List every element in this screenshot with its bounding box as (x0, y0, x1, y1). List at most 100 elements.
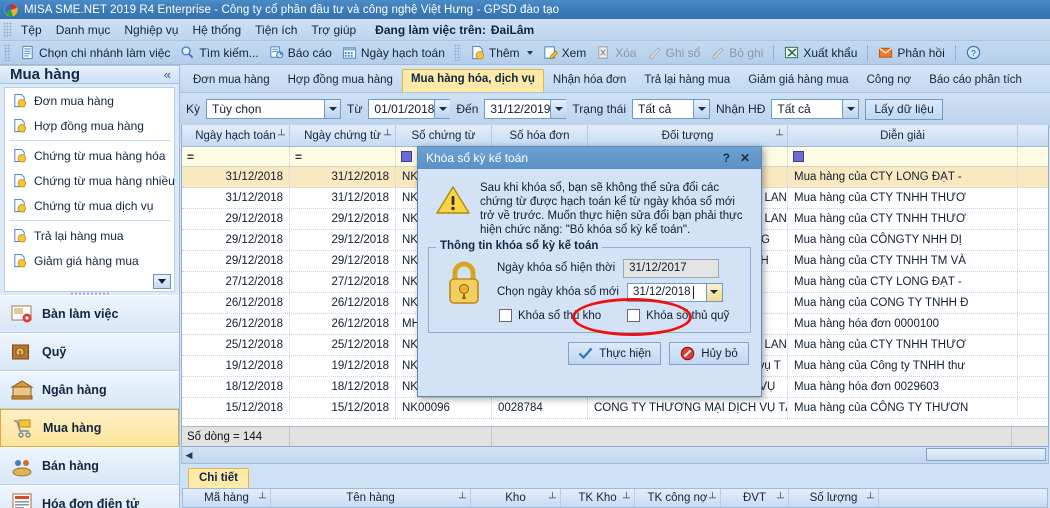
toolbar-grip-handle-2[interactable] (453, 44, 461, 61)
detail-column-header[interactable]: ĐVT ┴ (721, 489, 789, 507)
checkbox-box[interactable] (499, 309, 512, 322)
checkbox-cashier[interactable]: Khóa sổ thủ quỹ (627, 309, 729, 322)
pin-icon[interactable]: ┴ (777, 493, 784, 504)
chevron-down-icon[interactable] (842, 100, 859, 118)
pin-icon[interactable]: ┴ (549, 493, 556, 504)
sidebar-module-hoa-don-dien-tu[interactable]: Hóa đơn điện tử (0, 485, 179, 508)
pin-icon[interactable]: ┴ (623, 493, 630, 504)
load-data-button[interactable]: Lấy dữ liệu (865, 98, 943, 120)
toolbar-unpost-button[interactable]: Bỏ ghi (705, 44, 768, 61)
sidebar-item-don-mua-hang[interactable]: Đơn mua hàng (5, 88, 174, 113)
sidebar-module-ban-hang[interactable]: Bán hàng (0, 447, 179, 485)
menu-item-danh-muc[interactable]: Danh mục (49, 21, 118, 39)
pin-icon[interactable]: ┴ (384, 130, 391, 141)
sidebar-item-chung-tu-mua-hang-nhieu[interactable]: Chứng từ mua hàng nhiều... (5, 168, 174, 193)
tab-cong-no[interactable]: Công nợ (858, 70, 921, 93)
filter-square-icon[interactable] (793, 151, 804, 162)
chevron-down-icon[interactable] (550, 100, 567, 118)
detail-column-header[interactable]: Tên hàng ┴ (271, 489, 471, 507)
sidebar-item-chung-tu-mua-dich-vu[interactable]: Chứng từ mua dịch vụ (5, 193, 174, 218)
pin-icon[interactable]: ┴ (459, 493, 466, 504)
sidebar-item-giam-gia-hang-mua[interactable]: Giảm giá hàng mua (5, 248, 174, 273)
sidebar-scroll-down-button[interactable] (153, 274, 171, 289)
tab-bao-cao-phan-tich[interactable]: Báo cáo phân tích (920, 70, 1031, 93)
close-icon[interactable]: ✕ (735, 151, 755, 165)
double-chevron-left-icon[interactable]: « (164, 67, 171, 82)
grid-column-header[interactable]: Số hóa đơn (492, 125, 588, 146)
toolbar-view-button[interactable]: Xem (538, 44, 592, 61)
chevron-down-icon[interactable] (526, 50, 533, 55)
detail-column-header[interactable]: Mã hàng ┴ (183, 489, 271, 507)
grid-column-header[interactable]: Đối tượng ┴ (588, 125, 788, 146)
execute-button[interactable]: Thực hiện (568, 342, 661, 365)
toolbar-grip-handle[interactable] (4, 44, 11, 61)
tab-hop-dong-mua-hang[interactable]: Hợp đồng mua hàng (279, 70, 402, 93)
toolbar-branch-button[interactable]: Chọn chi nhánh làm việc (15, 44, 175, 61)
grid-filter-cell[interactable]: = (290, 147, 396, 166)
sidebar-module-mua-hang[interactable]: Mua hàng (0, 409, 179, 447)
scrollbar-thumb[interactable] (926, 448, 1046, 461)
detail-column-header[interactable]: Kho ┴ (471, 489, 561, 507)
menu-item-tien-ich[interactable]: Tiện ích (248, 21, 304, 39)
grid-horizontal-scrollbar[interactable]: ◀ (181, 447, 1049, 464)
from-date-input[interactable]: 01/01/2018 (368, 99, 451, 119)
tab-giam-gia-hang-mua[interactable]: Giảm giá hàng mua (739, 70, 857, 93)
grid-column-header[interactable]: Ngày hạch toán ┴ (182, 125, 290, 146)
sidebar-item-chung-tu-mua-hang-hoa[interactable]: Chứng từ mua hàng hóa (5, 143, 174, 168)
grid-filter-cell[interactable] (788, 147, 1018, 166)
tab-mua-hang-hoa-dich-vu[interactable]: Mua hàng hóa, dịch vụ (401, 68, 544, 92)
to-date-input[interactable]: 31/12/2019 (484, 99, 567, 119)
toolbar-add-button[interactable]: Thêm (465, 44, 538, 61)
toolbar-post-button[interactable]: Ghi sổ (642, 44, 706, 61)
chevron-down-icon[interactable] (434, 100, 451, 118)
menu-item-tro-giup[interactable]: Trợ giúp (304, 21, 363, 39)
toolbar-report-button[interactable]: Báo cáo (264, 44, 337, 61)
grid-filter-cell[interactable]: = (182, 147, 290, 166)
filter-square-icon[interactable] (401, 151, 412, 162)
pin-icon[interactable]: ┴ (776, 130, 783, 141)
tab-don-mua-hang[interactable]: Đơn mua hàng (184, 70, 279, 93)
checkbox-warehouse[interactable]: Khóa sổ thủ kho (499, 309, 601, 322)
sidebar-module-ngan-hang[interactable]: Ngân hàng (0, 371, 179, 409)
toolbar-export-button[interactable]: Xuất khẩu (779, 44, 862, 61)
toolbar-date-button[interactable]: Ngày hạch toán (337, 44, 450, 61)
detail-column-header[interactable]: Số lượng ┴ (789, 489, 879, 507)
pin-icon[interactable]: ┴ (278, 130, 285, 141)
sidebar-module-ban-lam-viec[interactable]: Bàn làm việc (0, 295, 179, 333)
sidebar-item-tra-lai-hang-mua[interactable]: Trả lại hàng mua (5, 223, 174, 248)
detail-column-header[interactable]: TK Kho ┴ (561, 489, 635, 507)
toolbar-delete-button[interactable]: Xóa (591, 44, 641, 61)
toolbar-help-button[interactable]: ? (961, 44, 986, 61)
invoice-select[interactable]: Tất cả (771, 99, 860, 119)
pin-icon[interactable]: ┴ (709, 493, 716, 504)
tab-tra-lai-hang-mua[interactable]: Trả lại hàng mua (635, 70, 739, 93)
toolbar-search-button[interactable]: Tìm kiếm... (175, 44, 263, 61)
detail-column-header[interactable]: TK công nợ ┴ (635, 489, 721, 507)
grid-column-header[interactable]: Số chứng từ (396, 125, 492, 146)
scroll-left-icon[interactable]: ◀ (182, 450, 196, 461)
sidebar-item-hop-dong-mua-hang[interactable]: Hợp đồng mua hàng (5, 113, 174, 138)
checkbox-box[interactable] (627, 309, 641, 322)
help-icon[interactable]: ? (718, 151, 735, 165)
cancel-button[interactable]: Hủy bỏ (669, 342, 749, 365)
grid-column-header[interactable]: Diễn giải (788, 125, 1018, 146)
tab-chi-tiet[interactable]: Chi tiết (188, 468, 249, 488)
chevron-down-icon[interactable] (693, 100, 709, 118)
new-lock-date-input[interactable]: 31/12/2018 (626, 282, 723, 302)
table-row[interactable]: 15/12/2018 15/12/2018 NK00096 0028784 CO… (182, 398, 1048, 419)
status-select[interactable]: Tất cả (632, 99, 710, 119)
pin-icon[interactable]: ┴ (259, 493, 266, 504)
chevron-down-icon[interactable] (324, 100, 341, 118)
menu-grip-handle[interactable] (3, 21, 12, 38)
chevron-down-icon[interactable] (705, 283, 722, 301)
menu-item-tep[interactable]: Tệp (14, 21, 49, 39)
menu-item-he-thong[interactable]: Hệ thống (185, 21, 248, 39)
tab-nhan-hoa-don[interactable]: Nhận hóa đơn (544, 70, 635, 93)
sidebar-module-quy[interactable]: $ Quỹ (0, 333, 179, 371)
menu-item-nghiep-vu[interactable]: Nghiệp vụ (117, 21, 185, 39)
grid-column-header[interactable]: Ngày chứng từ ┴ (290, 125, 396, 146)
document-icon (14, 228, 27, 243)
pin-icon[interactable]: ┴ (867, 493, 874, 504)
toolbar-feedback-button[interactable]: Phản hồi (873, 44, 949, 61)
period-select[interactable]: Tùy chọn (206, 99, 342, 119)
